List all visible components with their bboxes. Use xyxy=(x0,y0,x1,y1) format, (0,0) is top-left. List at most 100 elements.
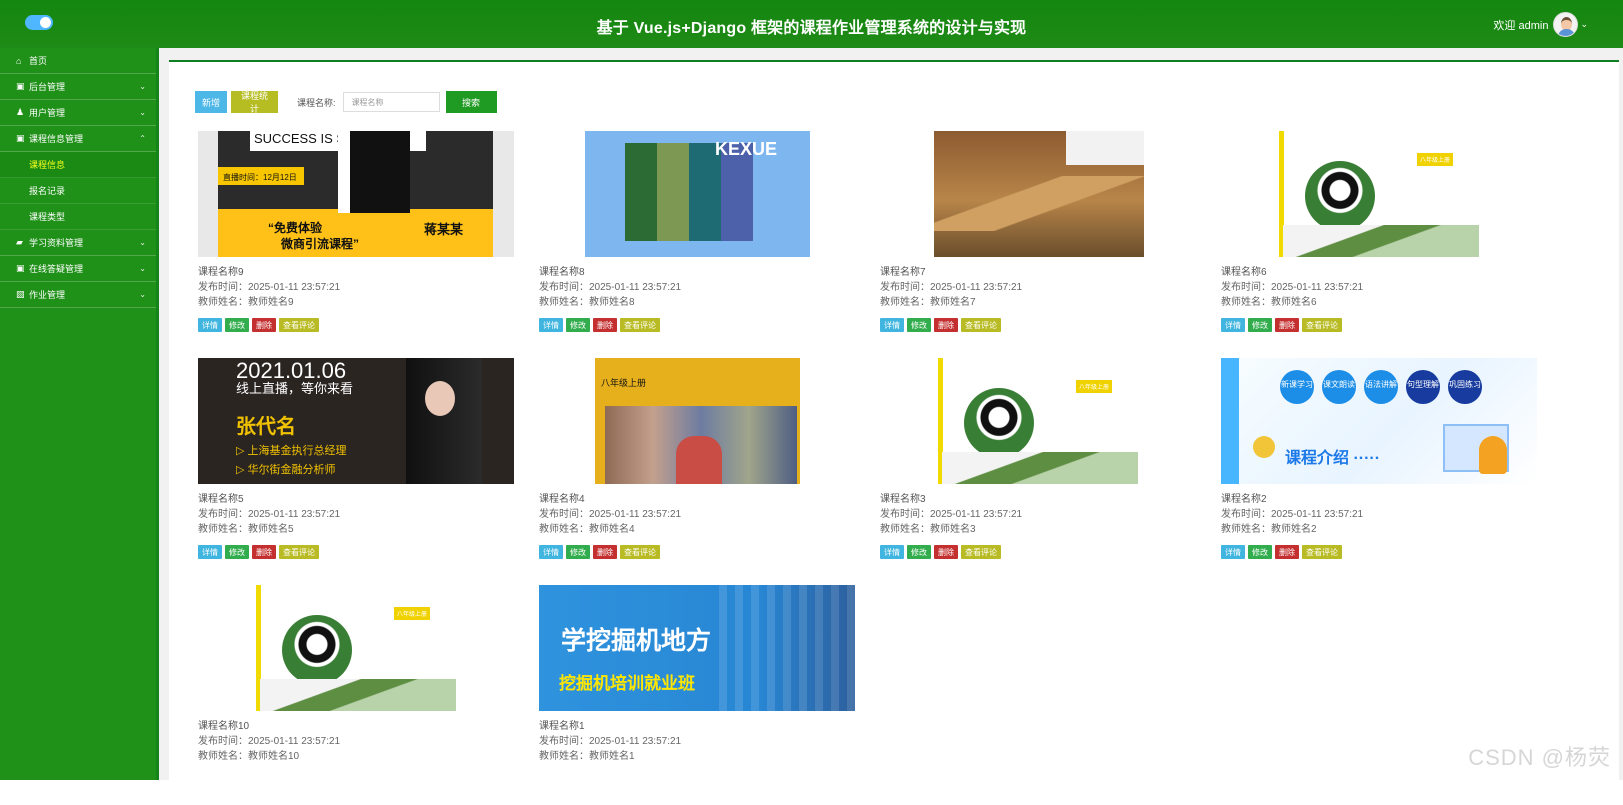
chevron-down-icon[interactable]: ⌄ xyxy=(1580,19,1588,30)
view-comments-button[interactable]: 查看评论 xyxy=(620,318,660,332)
edit-button[interactable]: 修改 xyxy=(225,318,249,332)
detail-button[interactable]: 详情 xyxy=(539,318,563,332)
course-name-search-label: 课程名称: xyxy=(297,97,336,108)
course-intro-banner: 课程介绍 ····· xyxy=(1285,450,1381,467)
teacher-name: 教师姓名：教师姓名4 xyxy=(539,524,635,535)
teacher-name: 教师姓名：教师姓名10 xyxy=(198,751,300,762)
course-card: KEXUE 课程名称8 发布时间：2025-01-11 23:57:21 教师姓名：… xyxy=(539,131,859,351)
course-name: 课程名称3 xyxy=(880,494,926,505)
homework-icon: ▧ xyxy=(16,289,25,299)
course-card: 八年级上册 课程名称3 发布时间：2025-01-11 23:57:21 教师姓名：… xyxy=(880,358,1200,578)
sidebar-item-admin[interactable]: ▣ 后台管理 ⌄ xyxy=(0,74,156,100)
edit-button[interactable]: 修改 xyxy=(1248,545,1272,559)
course-card: 八年级上册 课程名称10 发布时间：2025-01-11 23:57:21 教师姓名… xyxy=(198,585,518,805)
delete-button[interactable]: 删除 xyxy=(593,318,617,332)
free-experience-text: “免费体验 xyxy=(268,221,323,235)
view-comments-button[interactable]: 查看评论 xyxy=(1302,318,1342,332)
course-name: 课程名称1 xyxy=(539,721,585,732)
delete-button[interactable]: 删除 xyxy=(1275,545,1299,559)
teacher-name: 教师姓名：教师姓名2 xyxy=(1221,524,1317,535)
sidebar-item-label: 作业管理 xyxy=(29,290,66,300)
publish-time: 发布时间：2025-01-11 23:57:21 xyxy=(198,736,341,747)
delete-button[interactable]: 删除 xyxy=(252,318,276,332)
edit-button[interactable]: 修改 xyxy=(907,545,931,559)
detail-button[interactable]: 详情 xyxy=(198,318,222,332)
delete-button[interactable]: 删除 xyxy=(1275,318,1299,332)
user-menu[interactable]: 欢迎 admin ⌄ xyxy=(1493,12,1588,37)
view-comments-button[interactable]: 查看评论 xyxy=(279,545,319,559)
teacher-name: 教师姓名：教师姓名8 xyxy=(539,297,635,308)
delete-button[interactable]: 删除 xyxy=(593,545,617,559)
detail-button[interactable]: 详情 xyxy=(880,318,904,332)
course-cover-image[interactable]: 八年级上册 xyxy=(880,358,1196,484)
course-cover-image[interactable] xyxy=(880,131,1196,257)
course-stats-button[interactable]: 课程统计 xyxy=(231,91,278,114)
view-comments-button[interactable]: 查看评论 xyxy=(1302,545,1342,559)
view-comments-button[interactable]: 查看评论 xyxy=(279,318,319,332)
teacher-name: 教师姓名：教师姓名6 xyxy=(1221,297,1317,308)
detail-button[interactable]: 详情 xyxy=(1221,545,1245,559)
avatar[interactable] xyxy=(1553,12,1579,37)
delete-button[interactable]: 删除 xyxy=(934,318,958,332)
sidebar-item-label: 课程信息 xyxy=(29,160,66,170)
detail-button[interactable]: 详情 xyxy=(1221,318,1245,332)
add-course-button[interactable]: 新增 xyxy=(195,91,227,113)
qa-icon: ▣ xyxy=(16,263,25,273)
sidebar-item-label: 课程类型 xyxy=(29,212,66,222)
course-cover-image[interactable]: 八年级上册 xyxy=(1221,131,1537,257)
excavator-title: 学挖掘机地方 xyxy=(561,627,712,655)
sidebar-item-label: 学习资料管理 xyxy=(29,238,84,248)
sidebar-subitem-course-info[interactable]: 课程信息 xyxy=(0,152,156,178)
publish-time: 发布时间：2025-01-11 23:57:21 xyxy=(198,509,341,520)
sidebar-subitem-enrollment-records[interactable]: 报名记录 xyxy=(0,178,156,204)
publish-time: 发布时间：2025-01-11 23:57:21 xyxy=(198,282,341,293)
course-card: 课程名称7 发布时间：2025-01-11 23:57:21 教师姓名：教师姓名7 … xyxy=(880,131,1200,351)
publish-time: 发布时间：2025-01-11 23:57:21 xyxy=(880,509,1023,520)
edit-button[interactable]: 修改 xyxy=(907,318,931,332)
publish-time: 发布时间：2025-01-11 23:57:21 xyxy=(539,282,682,293)
detail-button[interactable]: 详情 xyxy=(198,545,222,559)
course-card: 学挖掘机地方 挖掘机培训就业班 课程名称1 发布时间：2025-01-11 23:… xyxy=(539,585,859,805)
edit-button[interactable]: 修改 xyxy=(1248,318,1272,332)
sidebar-item-users[interactable]: ♟ 用户管理 ⌄ xyxy=(0,100,156,126)
course-toolbar: 新增 课程统计 课程名称: 课程名称 搜索 xyxy=(195,90,497,114)
speaker-name: 张代名 xyxy=(236,416,296,438)
search-button[interactable]: 搜索 xyxy=(445,91,497,113)
delete-button[interactable]: 删除 xyxy=(934,545,958,559)
edit-button[interactable]: 修改 xyxy=(566,318,590,332)
course-cover-image[interactable]: 学挖掘机地方 挖掘机培训就业班 xyxy=(539,585,855,711)
sidebar-subitem-course-types[interactable]: 课程类型 xyxy=(0,204,156,230)
course-name: 课程名称10 xyxy=(198,721,250,732)
view-comments-button[interactable]: 查看评论 xyxy=(961,318,1001,332)
course-card-panel: 新增 课程统计 课程名称: 课程名称 搜索 SUCCESS IS SIMPLE … xyxy=(169,60,1619,780)
chevron-down-icon: ⌄ xyxy=(139,264,146,273)
course-cover-image[interactable]: KEXUE xyxy=(539,131,855,257)
sidebar-item-label: 用户管理 xyxy=(29,108,66,118)
live-time-label: 直播时间：12月12日 xyxy=(218,167,304,185)
course-name-search-input[interactable]: 课程名称 xyxy=(342,92,440,112)
course-cover-image[interactable]: 2021.01.06 线上直播，等你来看 张代名 ▷ 上海基金执行总经理 ▷ 华… xyxy=(198,358,514,484)
view-comments-button[interactable]: 查看评论 xyxy=(620,545,660,559)
teacher-name: 教师姓名：教师姓名7 xyxy=(880,297,976,308)
sidebar-item-course-management[interactable]: ▣ 课程信息管理 ⌃ xyxy=(0,126,156,152)
view-comments-button[interactable]: 查看评论 xyxy=(961,545,1001,559)
course-icon: ▣ xyxy=(16,133,25,143)
detail-button[interactable]: 详情 xyxy=(880,545,904,559)
edit-button[interactable]: 修改 xyxy=(566,545,590,559)
delete-button[interactable]: 删除 xyxy=(252,545,276,559)
course-cover-image[interactable]: SUCCESS IS SIMPLE 直播时间：12月12日 “免费体验 微商引流… xyxy=(198,131,514,257)
course-card: 八年级上册 课程名称6 发布时间：2025-01-11 23:57:21 教师姓名：… xyxy=(1221,131,1541,351)
detail-button[interactable]: 详情 xyxy=(539,545,563,559)
sidebar-item-online-qa[interactable]: ▣ 在线答疑管理 ⌄ xyxy=(0,256,156,282)
sidebar-item-learning-materials[interactable]: ▰ 学习资料管理 ⌄ xyxy=(0,230,156,256)
edit-button[interactable]: 修改 xyxy=(225,545,249,559)
sidebar-item-home[interactable]: ⌂ 首页 xyxy=(0,48,156,74)
course-cover-image[interactable]: 新课学习 课文朗读 语法讲解 句型理解 巩固练习 课程介绍 ····· xyxy=(1221,358,1537,484)
teacher-name: 教师姓名：教师姓名1 xyxy=(539,751,635,762)
course-cover-image[interactable]: 八年级上册 xyxy=(198,585,514,711)
sidebar-item-homework[interactable]: ▧ 作业管理 ⌄ xyxy=(0,282,156,308)
chevron-up-icon: ⌃ xyxy=(139,134,146,143)
course-cover-image[interactable]: 八年级上册 xyxy=(539,358,855,484)
teacher-name: 教师姓名：教师姓名5 xyxy=(198,524,294,535)
chevron-down-icon: ⌄ xyxy=(139,108,146,117)
